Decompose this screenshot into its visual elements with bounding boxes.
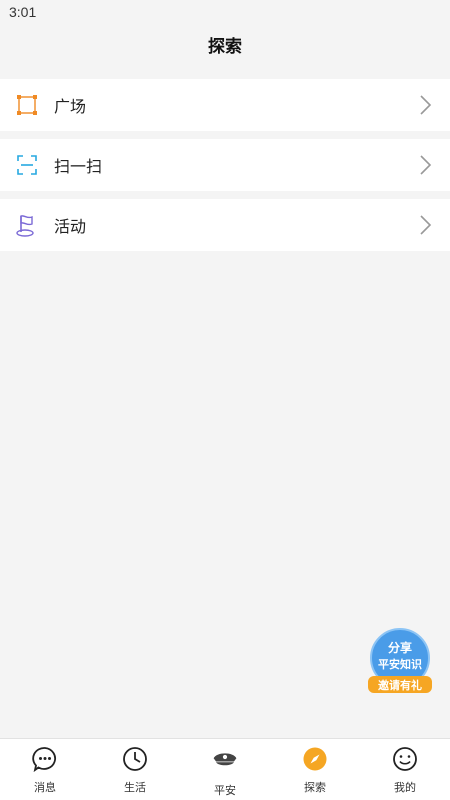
tab-label: 我的 (394, 782, 416, 794)
flag-icon (15, 213, 39, 237)
clock-icon (122, 746, 148, 772)
badge-line1: 分享 (388, 640, 412, 655)
chevron-right-icon (420, 155, 432, 175)
tab-explore[interactable]: 探索 (270, 739, 360, 800)
menu-item-label: 活动 (54, 219, 87, 236)
tab-messages[interactable]: 消息 (0, 739, 90, 800)
status-bar: 3:01 (0, 0, 450, 24)
scan-icon (15, 153, 39, 177)
tab-life[interactable]: 生活 (90, 739, 180, 800)
tab-mine[interactable]: 我的 (360, 739, 450, 800)
bottom-tab-bar: 消息 生活 平安 探索 我的 (0, 738, 450, 800)
menu-item-activity[interactable]: 活动 (0, 199, 450, 251)
status-time: 3:01 (9, 4, 37, 20)
menu-item-scan[interactable]: 扫一扫 (0, 139, 450, 191)
badge-line3: 邀请有礼 (378, 678, 422, 692)
smiley-icon (392, 746, 418, 772)
chevron-right-icon (420, 215, 432, 235)
plaza-frame-icon (15, 93, 39, 117)
badge-line2: 平安知识 (378, 657, 422, 671)
menu-item-plaza[interactable]: 广场 (0, 79, 450, 131)
police-cap-icon (212, 746, 238, 772)
tab-label: 探索 (304, 782, 326, 794)
compass-icon (302, 746, 328, 772)
chat-bubble-icon (32, 746, 58, 772)
menu-item-label: 广场 (54, 99, 87, 116)
tab-label: 生活 (124, 782, 146, 794)
chevron-right-icon (420, 95, 432, 115)
menu-item-label: 扫一扫 (54, 159, 103, 176)
tab-safety[interactable]: 平安 (180, 739, 270, 800)
tab-label: 消息 (34, 782, 56, 794)
page-title: 探索 (208, 37, 242, 56)
share-invite-badge[interactable]: 分享 平安知识 邀请有礼 (366, 628, 434, 696)
tab-label: 平安 (214, 785, 236, 797)
